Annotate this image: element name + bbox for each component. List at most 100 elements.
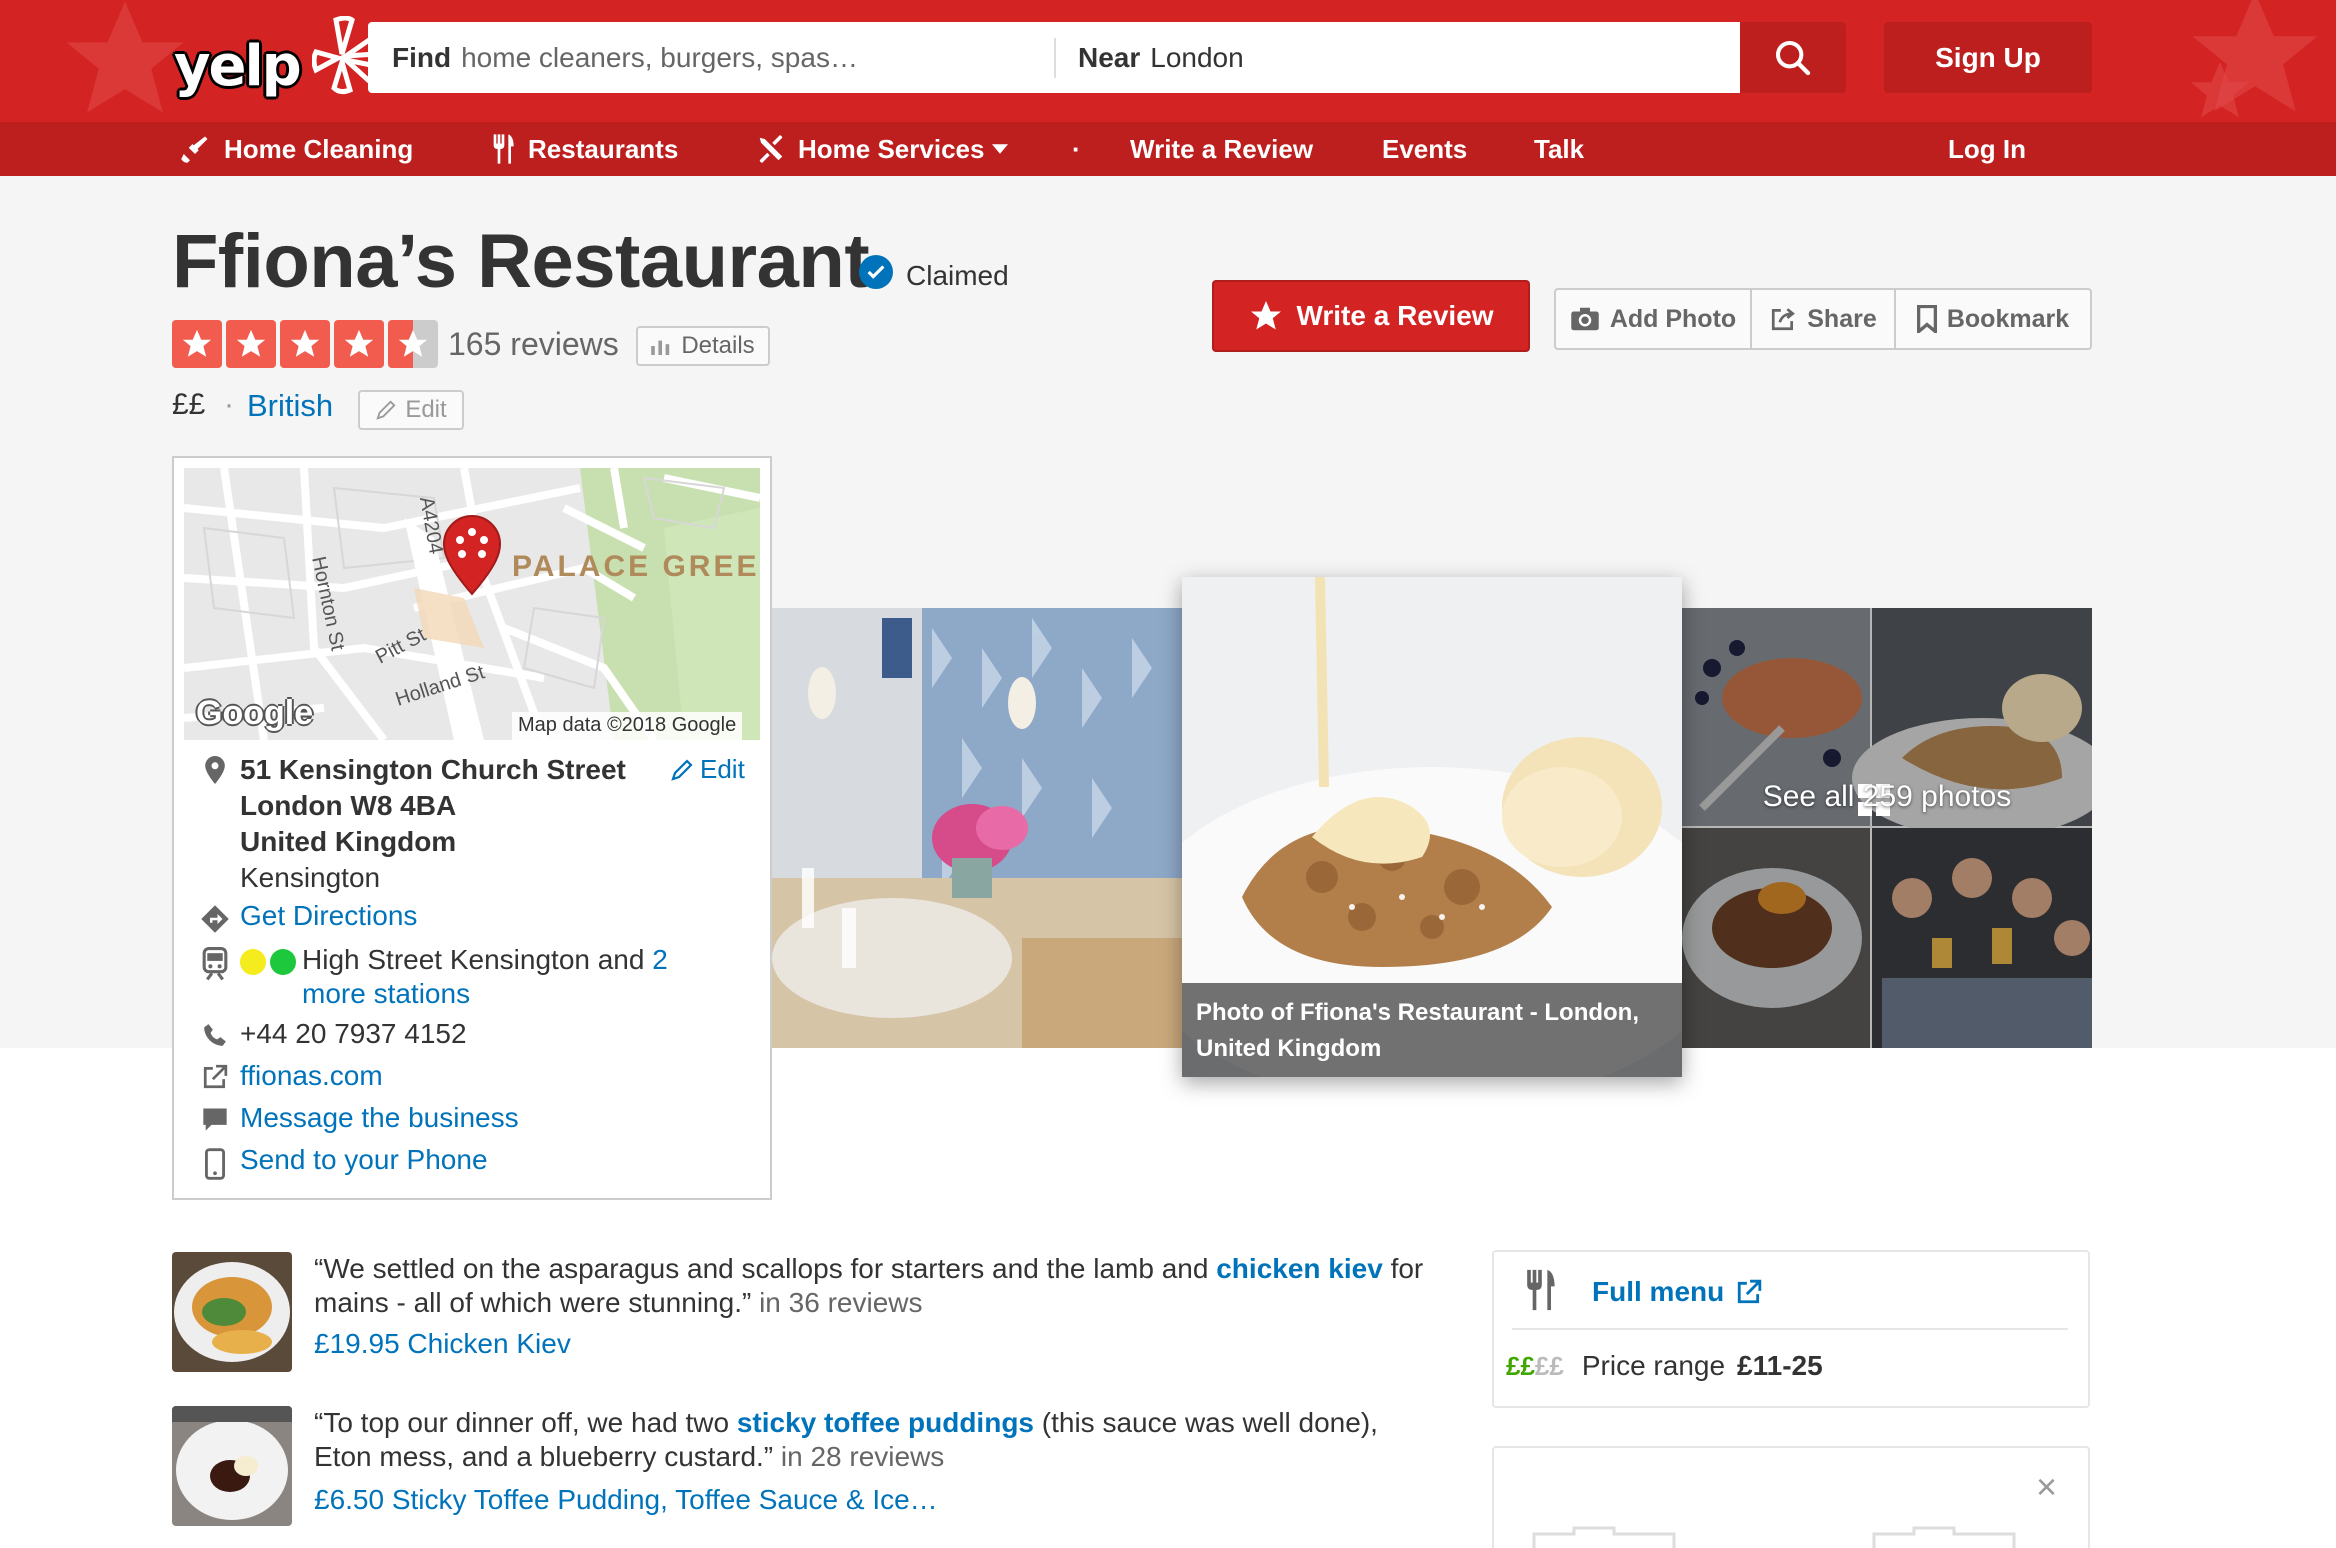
star-rating [172,320,438,368]
external-link-icon [203,1064,228,1089]
search-divider [1054,38,1056,78]
review-count[interactable]: 165 reviews [448,326,619,363]
popular-dish-link[interactable]: £6.50 Sticky Toffee Pudding, Toffee Sauc… [314,1484,938,1516]
neighborhood: Kensington [240,862,381,893]
directions-icon [201,905,229,933]
review-meta[interactable]: in 28 reviews [773,1441,944,1472]
close-icon[interactable]: × [2036,1466,2057,1508]
external-link-icon [1738,1279,1762,1304]
bookmark-button[interactable]: Bookmark [1896,290,2090,348]
share-label: Share [1807,304,1877,333]
fork-knife-icon [1524,1268,1556,1317]
nav-write-review[interactable]: Write a Review [1130,122,1313,176]
details-label: Details [681,332,755,359]
top-header: yelp Find home cleaners, burgers, spas… … [0,0,2336,122]
directions-row[interactable]: Get Directions [196,900,417,934]
popular-dish-link[interactable]: £19.95 Chicken Kiev [314,1328,571,1360]
star-icon [1251,301,1282,330]
share-button[interactable]: Share [1752,290,1896,348]
bookmark-icon [1916,305,1937,333]
send-phone-row[interactable]: Send to your Phone [196,1144,488,1180]
pencil-icon [376,400,396,420]
details-button[interactable]: Details [636,326,770,366]
review-highlight-link[interactable]: chicken kiev [1216,1253,1383,1284]
search-find-input[interactable]: Find home cleaners, burgers, spas… [368,22,1054,93]
nav-label: Home Cleaning [224,133,414,164]
review-thumbnail[interactable] [172,1252,292,1372]
nav-login[interactable]: Log In [1948,122,2026,176]
chicken-kiev-thumb-image [172,1252,292,1372]
review-meta[interactable]: in 36 reviews [751,1287,922,1318]
ad-illustration [1532,1526,2016,1548]
rating-star-icon [334,320,384,368]
review-highlight-link[interactable]: sticky toffee puddings [737,1407,1034,1438]
message-row[interactable]: Message the business [196,1102,519,1134]
message-icon [203,1108,227,1131]
nav-label: Restaurants [528,133,679,164]
google-logo: Google [196,694,314,732]
full-menu-link[interactable]: Full menu [1592,1276,1762,1308]
transit-line-green-icon [270,949,296,975]
rating-star-icon [280,320,330,368]
map-credit: Map data ©2018 Google [512,712,743,740]
search-near-input[interactable]: Near London [1054,22,1740,93]
camera-icon [1571,307,1599,331]
price-range-label: Price range [1581,1350,1726,1381]
transit-text: High Street Kensington and [302,944,645,975]
transit-line-yellow-icon [240,949,266,975]
search-button[interactable] [1740,22,1846,93]
review-highlight: “We settled on the asparagus and scallop… [314,1252,1434,1320]
write-review-button[interactable]: Write a Review [1212,280,1530,352]
rating-star-icon [172,320,222,368]
separator-dot: · [224,388,234,421]
sidebar-ad-card [1492,1446,2090,1548]
send-to-phone-link[interactable]: Send to your Phone [240,1144,488,1176]
add-photo-button[interactable]: Add Photo [1556,290,1752,348]
claimed-label: Claimed [906,260,1009,291]
review-thumbnail[interactable] [172,1406,292,1526]
edit-category-button[interactable]: Edit [358,390,464,430]
see-all-photos-link[interactable]: See all 259 photos [1682,780,2092,814]
yelp-logo[interactable]: yelp [170,14,380,108]
decorative-star-icon [2190,61,2250,118]
map-label-palace-green: PALACE GREEN [512,550,760,583]
photo-restaurant-interior[interactable] [772,608,1182,1048]
rating-half-star-icon [388,320,438,368]
edit-label: Edit [405,396,447,423]
fork-knife-icon [493,134,514,164]
full-menu-label: Full menu [1592,1276,1725,1307]
nav-events[interactable]: Events [1382,122,1467,176]
search-icon [1776,40,1811,75]
search-near-value: London [1150,41,1244,73]
transit-more-link[interactable]: more stations [302,978,470,1009]
website-link[interactable]: ffionas.com [240,1060,383,1092]
transit-more-count[interactable]: 2 [652,944,668,975]
transit-row: High Street Kensington and 2 more statio… [196,943,668,1011]
verified-check-icon [859,255,893,289]
edit-label: Edit [700,754,745,784]
menu-divider [1512,1328,2068,1330]
logo-text: yelp [174,34,302,99]
website-row[interactable]: ffionas.com [196,1060,383,1092]
edit-address-link[interactable]: Edit [670,754,745,785]
share-icon [1772,308,1796,331]
nav-talk[interactable]: Talk [1534,122,1584,176]
action-button-group: Add Photo Share Bookmark [1554,288,2092,350]
nav-restaurants[interactable]: Restaurants [490,122,678,176]
directions-link[interactable]: Get Directions [240,900,417,932]
write-review-label: Write a Review [1296,300,1494,331]
price-range-value: £11-25 [1737,1350,1823,1381]
sign-up-button[interactable]: Sign Up [1884,22,2092,93]
nav-home-services[interactable]: Home Services [756,122,1009,176]
review-highlight: “To top our dinner off, we had two stick… [314,1406,1434,1474]
bar-chart-icon [651,340,670,355]
photo-grid-image [1682,608,2092,1048]
category-link[interactable]: British [247,388,333,424]
price-symbols-inactive: ££ [1534,1350,1564,1381]
price-range-symbols: ££££ [1506,1351,1564,1382]
phone-row: +44 20 7937 4152 [196,1018,467,1050]
interior-photo-image [772,608,1182,1048]
nav-home-cleaning[interactable]: Home Cleaning [178,122,413,176]
message-business-link[interactable]: Message the business [240,1102,519,1134]
photo-grid[interactable] [1682,608,2092,1048]
